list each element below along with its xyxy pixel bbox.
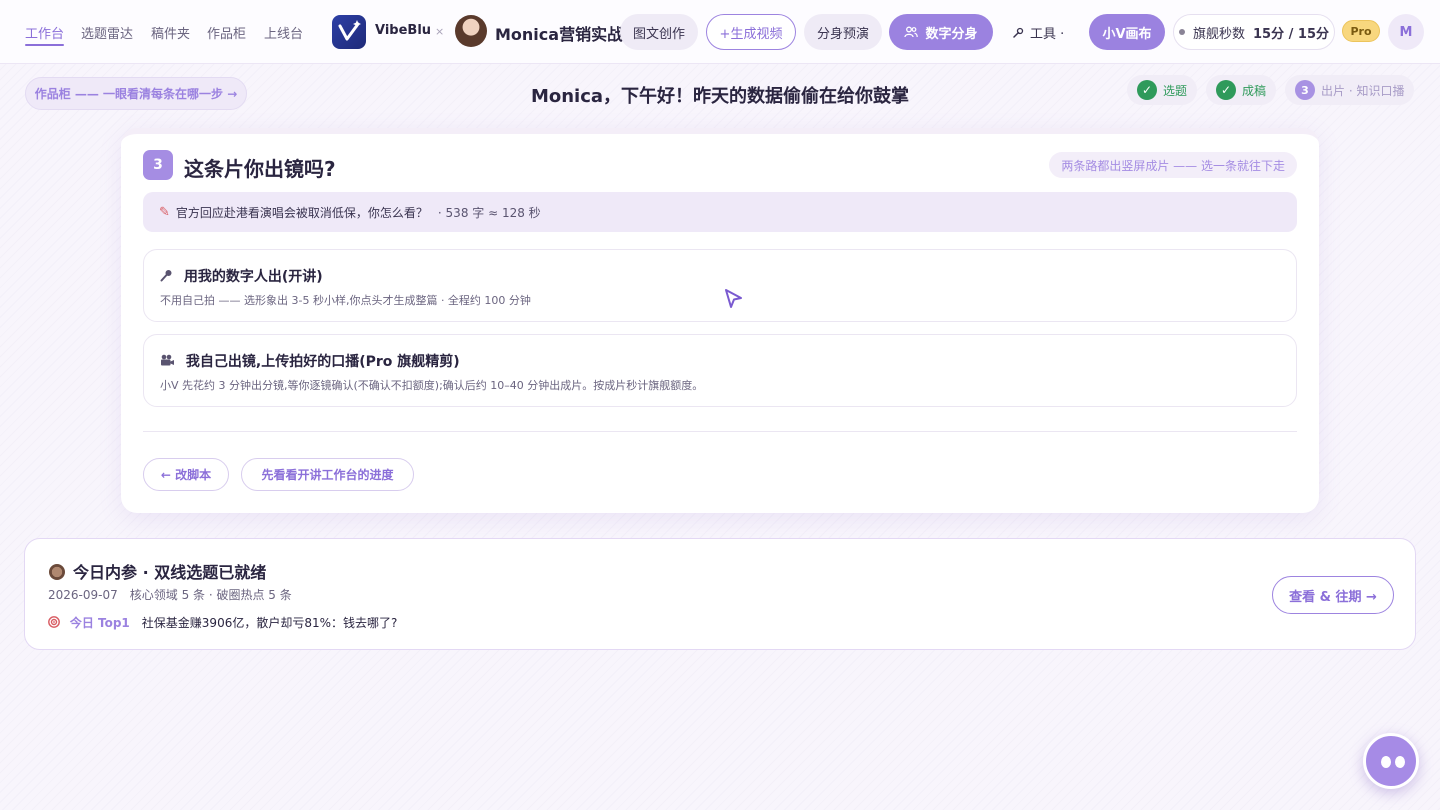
credits-label: 旗舰秒数 [1193,26,1246,42]
script-summary: ✎ 官方回应赴港看演唱会被取消低保，你怎么看？ · 538 字 ≈ 128 秒 [143,192,1297,232]
pro-badge[interactable]: Pro [1342,20,1380,42]
works-cabinet-link[interactable]: 作品柜 —— 一眼看清每条在哪一步 → [25,77,247,110]
coffee-icon [49,564,65,580]
digital-twin-label: 数字分身 [925,26,978,42]
tools-label: 工具 · [1030,27,1065,42]
step-output-label: 出片 · 知识口播 [1321,83,1405,98]
brief-title: 今日内参 · 双线选题已就绪 [73,563,267,582]
bot-eye-right [1395,756,1405,768]
camera-icon [160,354,180,370]
image-text-button[interactable]: 图文创作 [620,14,698,50]
script-title: 官方回应赴港看演唱会被取消低保，你怎么看？ [175,205,428,220]
nav-publish[interactable]: 上线台 [264,23,303,42]
step-number: 3 [1295,80,1315,100]
check-icon: ✓ [1137,80,1157,100]
digital-twin-button[interactable]: 数字分身 [889,14,993,50]
mouse-cursor-icon [725,289,742,308]
step-draft[interactable]: ✓ 成稿 [1206,75,1277,105]
brief-meta: 2026-09-07 核心领域 5 条 · 破圈热点 5 条 [48,586,292,603]
workspace-avatar[interactable] [455,15,487,47]
tools-menu[interactable]: 工具 · [1012,23,1064,42]
option-self-recorded-title: 我自己出镜,上传拍好的口播(Pro 旗舰精剪) [185,354,460,370]
people-icon [904,26,919,38]
generate-video-button[interactable]: +生成视频 [706,14,796,50]
nav-topic-radar[interactable]: 选题雷达 [81,23,133,42]
memo-icon: ✎ [159,204,170,220]
greeting-text: Monica，下午好！昨天的数据偷偷在给你鼓掌 [530,86,910,107]
top-label: 今日 Top1 [69,616,130,630]
check-icon: ✓ [1216,80,1236,100]
user-avatar[interactable]: M [1388,14,1424,50]
view-progress-button[interactable]: 先看看开讲工作台的进度 [241,458,414,491]
option-digital-human-title-row: 用我的数字人出(开讲) [160,266,323,286]
card-hint: 两条路都出竖屏成片 —— 选一条就往下走 [1049,152,1297,178]
brief-counts: 核心领域 5 条 · 破圈热点 5 条 [129,588,292,602]
canvas-button[interactable]: 小V画布 [1089,14,1165,50]
brand-separator: × [435,25,445,38]
credits-dot-icon [1179,29,1185,35]
credits-indicator: 旗舰秒数 15分 / 15分 [1173,14,1335,50]
brief-date: 2026-09-07 [48,588,118,602]
brand-logo-icon[interactable] [332,15,366,49]
daily-brief-card: 今日内参 · 双线选题已就绪 2026-09-07 核心领域 5 条 · 破圈热点… [24,538,1416,650]
step-topic-label: 选题 [1163,83,1188,98]
option-digital-human[interactable]: 用我的数字人出(开讲) 不用自己拍 —— 选形象出 3-5 秒小样,你点头才生成… [143,249,1297,322]
step-output[interactable]: 3 出片 · 知识口播 [1285,75,1415,105]
card-title: 这条片你出镜吗? [184,157,336,181]
script-meta: · 538 字 ≈ 128 秒 [437,205,541,220]
option-self-recorded-desc: 小V 先花约 3 分钟出分镜,等你逐镜确认(不确认不扣额度);确认后约 10–4… [160,379,704,392]
option-self-recorded-title-row: 我自己出镜,上传拍好的口播(Pro 旗舰精剪) [160,351,460,371]
step-topic[interactable]: ✓ 选题 [1127,75,1198,105]
workspace-title: Monica营销实战 [495,25,624,44]
brief-title-row: 今日内参 · 双线选题已就绪 [49,559,266,583]
assistant-bot-icon[interactable] [1363,733,1419,789]
step-draft-label: 成稿 [1242,83,1267,98]
appearance-choice-card: 3 这条片你出镜吗? 两条路都出竖屏成片 —— 选一条就往下走 ✎ 官方回应赴港… [121,128,1319,513]
option-digital-human-desc: 不用自己拍 —— 选形象出 3-5 秒小样,你点头才生成整篇 · 全程约 100… [160,294,531,307]
edit-script-button[interactable]: ← 改脚本 [143,458,229,491]
nav-works[interactable]: 作品柜 [207,23,246,42]
target-icon [48,616,64,630]
microphone-icon [160,269,178,285]
divider [143,431,1297,432]
top-nav: 工作台 选题雷达 稿件夹 作品柜 上线台 VibeBlu × Monica营销实… [0,0,1440,64]
bot-eye-left [1381,756,1391,768]
nav-workbench[interactable]: 工作台 [25,23,65,46]
preview-button[interactable]: 分身预演 [804,14,882,50]
option-self-recorded[interactable]: 我自己出镜,上传拍好的口播(Pro 旗舰精剪) 小V 先花约 3 分钟出分镜,等… [143,334,1297,407]
brief-top-item[interactable]: 今日 Top1 社保基金赚3906亿，散户却亏81%：钱去哪了? [48,614,397,631]
brand-name: VibeBlu [375,23,432,38]
step-badge: 3 [143,150,173,180]
option-digital-human-title: 用我的数字人出(开讲) [183,269,323,285]
nav-drafts[interactable]: 稿件夹 [151,23,190,42]
wrench-icon [1013,27,1024,38]
credits-value: 15分 / 15分 [1253,26,1329,42]
top-headline: 社保基金赚3906亿，散户却亏81%：钱去哪了? [141,616,398,630]
view-archive-button[interactable]: 查看 & 往期 → [1272,576,1394,614]
